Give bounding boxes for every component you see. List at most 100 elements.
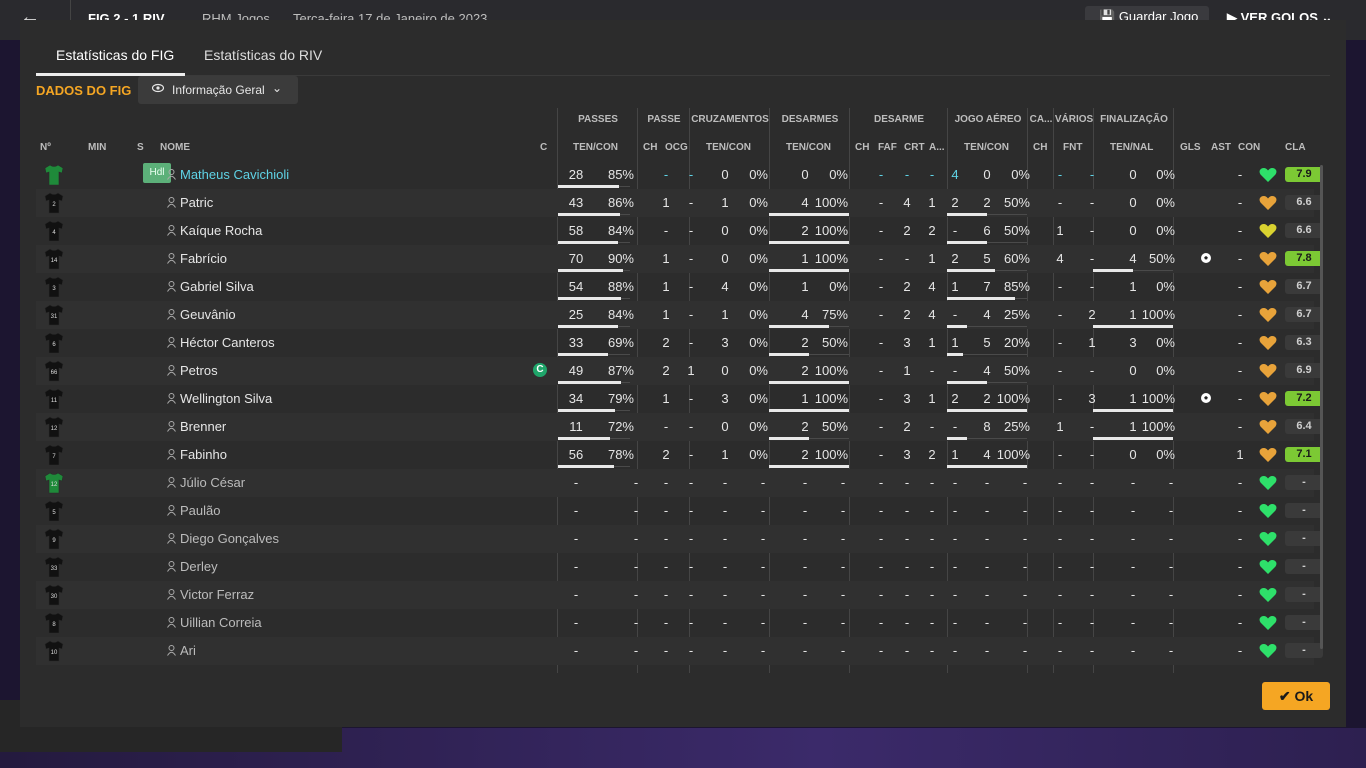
rating-badge: - <box>1285 475 1323 490</box>
stat-cell: - <box>878 363 884 378</box>
tackles-bar <box>769 465 849 468</box>
stat-cell: 33 <box>568 335 584 350</box>
stat-cell: - <box>688 167 694 182</box>
stat-cell: - <box>1089 279 1095 294</box>
player-name[interactable]: Matheus Cavichioli <box>180 167 289 182</box>
stat-cell: 100% <box>814 251 848 266</box>
table-row[interactable]: 3 Gabriel Silva 54 88% 1-4 0% 1 0% -2 4 1 7 85% - -1 0%… <box>36 273 1323 301</box>
stat-cell: - <box>760 587 766 602</box>
col-c[interactable]: C <box>540 142 547 153</box>
stat-cell: - <box>1089 615 1095 630</box>
table-row[interactable]: 12 Júlio César - - - - - - - - - - - - - - - - - - - - <box>36 469 1323 497</box>
stat-cell: - <box>984 615 990 630</box>
table-scrollbar[interactable] <box>1320 165 1323 649</box>
stat-cell: - <box>722 615 728 630</box>
stat-cell: 87% <box>607 363 634 378</box>
stat-cell: - <box>722 587 728 602</box>
col-assists[interactable]: AST <box>1211 142 1231 153</box>
table-row[interactable]: 11 Wellington Silva 34 79% 1-3 0% 1 100% -3 1 2 2 10… <box>36 385 1323 413</box>
person-icon <box>167 253 176 264</box>
stat-cell: - <box>840 643 846 658</box>
stat-cell: - <box>878 559 884 574</box>
col-rating[interactable]: CLA <box>1285 142 1306 153</box>
view-select-dropdown[interactable]: Informação Geral ⌄ <box>138 76 298 104</box>
stat-cell: - <box>1168 475 1174 490</box>
col-passe-ocg[interactable]: OCG <box>665 142 688 153</box>
stat-cell: - <box>802 503 808 518</box>
stat-cell: - <box>802 587 808 602</box>
col-name[interactable]: NOME <box>160 142 190 153</box>
tab-fig-stats[interactable]: Estatísticas do FIG <box>56 47 174 63</box>
stat-cell: 1 <box>928 391 936 406</box>
table-row[interactable]: 5 Paulão - - - - - - - - - - - - - - - - - - - - <box>36 497 1323 525</box>
col-des-ten-con[interactable]: TEN/CON <box>786 142 831 153</box>
stat-cell: 0% <box>1156 279 1175 294</box>
stat-cell: - <box>952 531 958 546</box>
table-row[interactable]: 66 Petros C 49 87% 2 1 0 0% 2 100% -1- -4 50% - -0 0% -6.… <box>36 357 1323 385</box>
stat-cell: - <box>688 531 694 546</box>
table-row[interactable]: 7 Fabinho 56 78% 2-1 0% 2 100% -3 2 1 4 100% - -0 0% 1 7.… <box>36 441 1323 469</box>
stat-cell: 50% <box>1003 363 1030 378</box>
table-row[interactable]: 30 Victor Ferraz - - - - - - - - - - - - - - - - - - - - <box>36 581 1323 609</box>
ok-button[interactable]: ✔ Ok <box>1262 682 1330 710</box>
aerial-bar <box>947 381 987 384</box>
col-passes-ten-con[interactable]: TEN/CON <box>573 142 618 153</box>
table-row[interactable]: 8 Uillian Correia - - - - - - - - - - - - - - - - - - - - <box>36 609 1323 637</box>
stat-cell: - <box>663 223 669 238</box>
table-row[interactable]: 31 Geuvânio 25 84% 1 - 1 0% 4 75% - 2 4 - 4 25% - 2 1 100% -… <box>36 301 1323 329</box>
col-ca-ch[interactable]: CH <box>1033 142 1047 153</box>
stat-cell: - <box>688 223 694 238</box>
stat-cell: 100% <box>814 223 848 238</box>
stat-cell: - <box>878 447 884 462</box>
tab-riv-stats[interactable]: Estatísticas do RIV <box>204 47 322 63</box>
col-d-ch[interactable]: CH <box>855 142 869 153</box>
stat-cell: - <box>1057 531 1063 546</box>
goal-ball-icon <box>1201 393 1211 403</box>
table-row[interactable]: 12 Brenner 11 72% - - 0 0% 2 50% - 2 - - 8 25% 1 - 1 100% - 6… <box>36 413 1323 441</box>
stat-cell: - <box>984 475 990 490</box>
col-cruz-ten-con[interactable]: TEN/CON <box>706 142 751 153</box>
stat-cell: - <box>633 615 639 630</box>
col-goals[interactable]: GLS <box>1180 142 1201 153</box>
col-d-faf[interactable]: FAF <box>878 142 897 153</box>
stat-cell: - <box>1089 195 1095 210</box>
stat-cell: 100% <box>814 195 848 210</box>
table-row[interactable]: 14 Fabrício 70 90% 1-0 0% 1 100% - -1 2 5 60% 4-4 50% -… <box>36 245 1323 273</box>
stat-cell: 100% <box>814 447 848 462</box>
shirt-number: 10 <box>51 650 58 656</box>
col-condition[interactable]: CON <box>1238 142 1260 153</box>
col-number[interactable]: Nº <box>40 142 51 153</box>
condition-heart-icon <box>1259 615 1277 630</box>
col-s[interactable]: S <box>137 142 144 153</box>
player-name: Geuvânio <box>180 307 236 322</box>
table-row[interactable]: 10 Ari - - - - - - - - - - - - - - - - - - - - <box>36 637 1323 665</box>
ok-label: Ok <box>1294 688 1314 704</box>
col-d-a[interactable]: A... <box>929 142 945 153</box>
stat-cell: - <box>633 559 639 574</box>
stat-cell: - <box>984 643 990 658</box>
shirt-icon: 6 <box>44 332 64 354</box>
stat-cell: 79% <box>607 391 634 406</box>
aerial-bar <box>947 213 987 216</box>
table-row[interactable]: 2 Patric 43 86% 1-1 0% 4 100% -4 1 2 2 50% - -0 0% -6.6 <box>36 189 1323 217</box>
col-fin-ten-nal[interactable]: TEN/NAL <box>1110 142 1153 153</box>
col-aereo-ten-con[interactable]: TEN/CON <box>964 142 1009 153</box>
col-passe-ch[interactable]: CH <box>643 142 657 153</box>
table-row[interactable]: 33 Derley - - - - - - - - - - - - - - - - - - - - <box>36 553 1323 581</box>
shirt-icon: 2 <box>44 192 64 214</box>
stat-cell: - <box>573 587 579 602</box>
col-minutes[interactable]: MIN <box>88 142 106 153</box>
table-row[interactable]: Hdl Matheus Cavichioli 28 85% - -0 0% 0 0% - - -4 0 0… <box>36 161 1323 189</box>
stat-cell: - <box>1089 503 1095 518</box>
stat-cell: 88% <box>607 279 634 294</box>
shots-bar <box>1093 409 1173 412</box>
aerial-bar <box>947 465 1027 468</box>
table-row[interactable]: 9 Diego Gonçalves - - - - - - - - - - - - - - - - - - - - <box>36 525 1323 553</box>
table-row[interactable]: 4 Kaíque Rocha 58 84% - - 0 0% 2 100% - 2 2 - 6 50% 1 - 0 0… <box>36 217 1323 245</box>
shirt-icon: 10 <box>44 640 64 662</box>
stat-cell: 2 <box>928 223 936 238</box>
stat-cell: 0 <box>1129 363 1137 378</box>
col-fnt[interactable]: FNT <box>1063 142 1082 153</box>
col-d-crt[interactable]: CRT <box>904 142 925 153</box>
table-row[interactable]: 6 Héctor Canteros 33 69% 2-3 0% 2 50% -3 1 1 5 20% -1… <box>36 329 1323 357</box>
